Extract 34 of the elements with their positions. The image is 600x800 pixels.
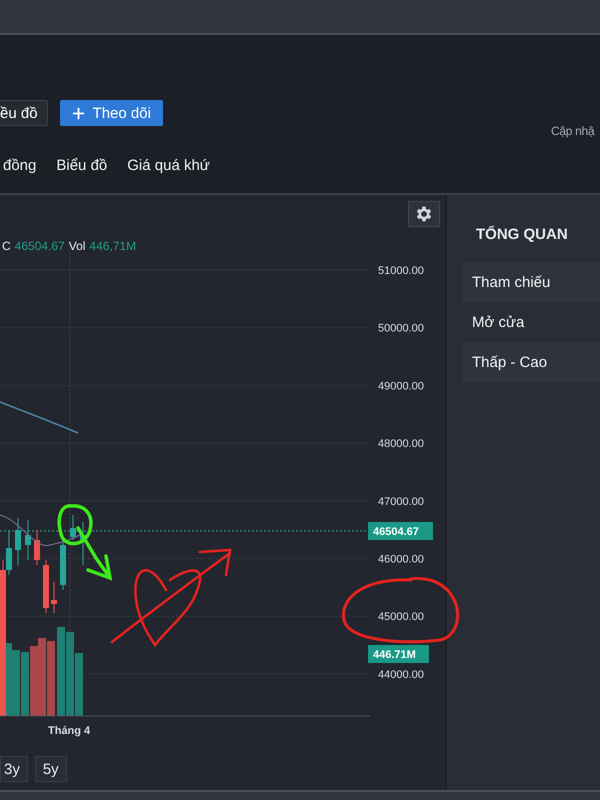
axis-label: 48000.00: [378, 438, 424, 450]
panel-title: TỔNG QUAN: [475, 224, 569, 245]
axis-label: 50000.00: [378, 322, 424, 335]
range-button[interactable]: 5y: [34, 756, 67, 782]
tab[interactable]: Giá quá khứ: [127, 157, 210, 174]
tab[interactable]: đồng: [3, 157, 36, 174]
range-button[interactable]: 3y: [0, 756, 28, 782]
header-button[interactable]: ều đồ: [0, 100, 48, 126]
overview-row: Tham chiếu: [462, 262, 600, 302]
settings-button[interactable]: [408, 201, 440, 227]
axis-label: 49000.00: [378, 380, 424, 392]
axis-label: Tháng 4: [48, 725, 90, 737]
candle: [51, 582, 57, 614]
price-tag: 46504.67: [368, 522, 433, 540]
update-text: Cập nhậ: [551, 124, 594, 138]
overview-row: Thấp - Cao: [462, 342, 600, 382]
volume-tag: 446.71M: [368, 645, 429, 663]
axis-label: 51000.00: [378, 265, 424, 277]
axis-label: 44000.00: [378, 668, 424, 681]
candle: [60, 540, 66, 590]
legend-value: 46504.67: [14, 239, 65, 253]
legend-label: Vol: [68, 239, 86, 253]
overview-row-text: Mở cửa: [471, 312, 526, 332]
tab[interactable]: Biểu đồ: [56, 157, 108, 174]
header-button[interactable]: Theo dõi: [60, 100, 163, 126]
axis-label: 45000.00: [378, 611, 424, 624]
plus-icon: [72, 106, 85, 120]
legend-label: C: [2, 239, 11, 253]
candle: [34, 530, 40, 566]
candle: [43, 560, 49, 614]
axis-label: 47000.00: [378, 496, 424, 508]
settings-icon: [414, 204, 434, 224]
legend-value: 446,71M: [89, 239, 136, 253]
axis-label: 46000.00: [378, 554, 424, 566]
